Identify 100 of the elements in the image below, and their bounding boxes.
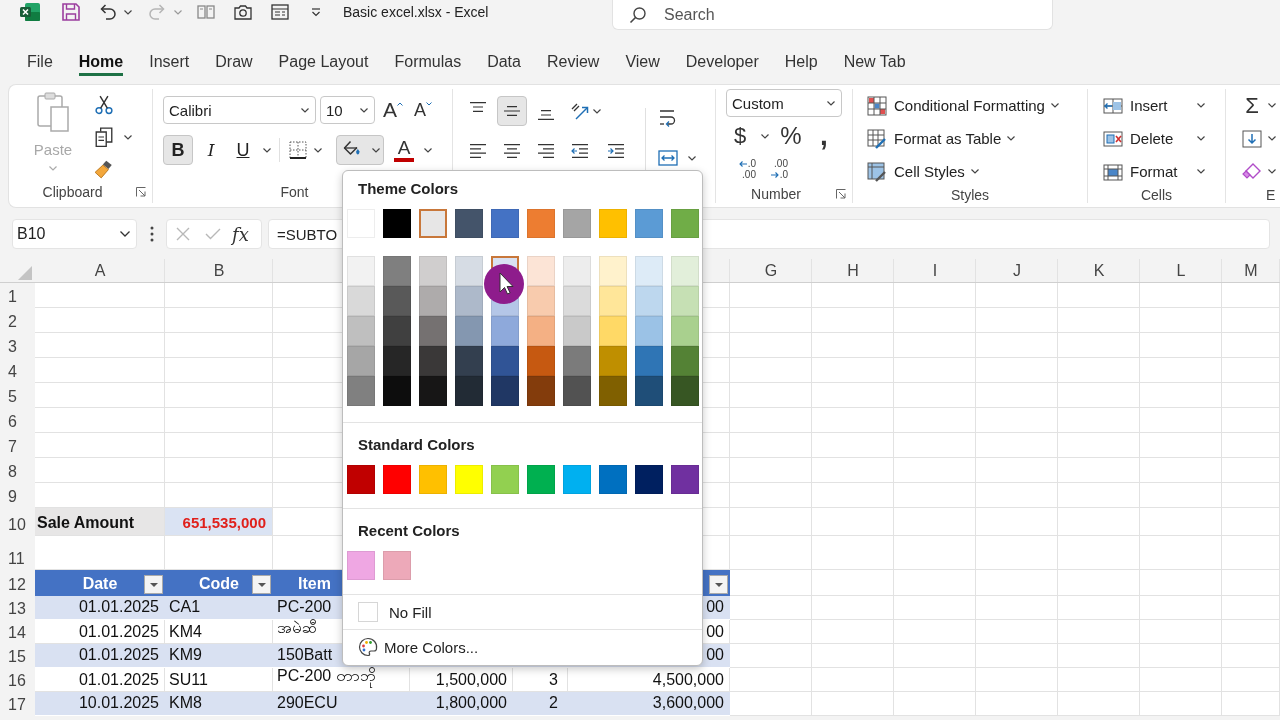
lines-left-arrow-icon[interactable] bbox=[571, 144, 589, 158]
cell-styles-button[interactable]: Cell Styles bbox=[867, 156, 979, 187]
ribbon-tab[interactable]: Formulas bbox=[381, 48, 475, 76]
decrease-decimal-button[interactable]: .00 .0 bbox=[758, 154, 788, 184]
ribbon-tab[interactable]: New Tab bbox=[830, 48, 919, 76]
search-field[interactable]: Search bbox=[612, 0, 1053, 30]
row-header[interactable]: 1 bbox=[0, 283, 35, 308]
row-header[interactable]: 9 bbox=[0, 483, 35, 508]
row-header[interactable]: 4 bbox=[0, 358, 35, 383]
two-panels-icon[interactable] bbox=[197, 3, 215, 21]
color-swatch-icon[interactable] bbox=[455, 376, 483, 406]
color-swatch-icon[interactable] bbox=[383, 256, 411, 286]
wrap-arrow-icon[interactable] bbox=[658, 108, 678, 128]
color-swatch-icon[interactable] bbox=[347, 465, 375, 494]
column-header[interactable]: A bbox=[35, 259, 165, 283]
caret-icon[interactable] bbox=[314, 147, 322, 153]
ribbon-tab[interactable]: View bbox=[612, 48, 673, 76]
color-swatch-icon[interactable] bbox=[563, 256, 591, 286]
vertical-dots-icon[interactable] bbox=[150, 226, 154, 242]
insert-function-button[interactable]: fx bbox=[232, 223, 249, 245]
bold-button[interactable]: B bbox=[163, 135, 193, 165]
color-swatch-icon[interactable] bbox=[455, 346, 483, 376]
color-swatch-icon[interactable] bbox=[671, 376, 699, 406]
color-swatch-icon[interactable] bbox=[491, 376, 519, 406]
ribbon-tab[interactable]: Developer bbox=[672, 48, 772, 76]
caret-icon[interactable] bbox=[688, 155, 696, 161]
more-colors-option[interactable]: More Colors... bbox=[347, 630, 479, 664]
align-middle-button[interactable] bbox=[497, 96, 527, 126]
caret-icon[interactable] bbox=[120, 231, 130, 237]
summary-label-cell[interactable]: Sale Amount bbox=[35, 508, 165, 536]
color-swatch-icon[interactable] bbox=[635, 465, 663, 494]
color-swatch-icon[interactable] bbox=[671, 286, 699, 316]
caret-icon[interactable] bbox=[301, 107, 309, 113]
row-header[interactable]: 7 bbox=[0, 433, 35, 458]
color-swatch-icon[interactable] bbox=[419, 286, 447, 316]
insert-cells-button[interactable]: Insert bbox=[1103, 90, 1205, 121]
color-swatch-icon[interactable] bbox=[599, 286, 627, 316]
no-fill-option[interactable]: No Fill bbox=[347, 595, 432, 629]
color-swatch-icon[interactable] bbox=[599, 209, 627, 238]
caret-icon[interactable] bbox=[761, 133, 769, 139]
column-header[interactable]: M bbox=[1222, 259, 1280, 283]
font-color-button[interactable]: A bbox=[392, 135, 416, 165]
ribbon-tab[interactable]: File bbox=[14, 48, 66, 76]
color-swatch-icon[interactable] bbox=[671, 316, 699, 346]
dotted-grid-icon[interactable] bbox=[288, 140, 308, 160]
color-swatch-icon[interactable] bbox=[599, 256, 627, 286]
color-swatch-icon[interactable] bbox=[635, 256, 663, 286]
check-icon[interactable] bbox=[205, 228, 221, 240]
column-header[interactable]: B bbox=[165, 259, 273, 283]
color-swatch-icon[interactable] bbox=[635, 316, 663, 346]
filter-button[interactable] bbox=[144, 575, 163, 594]
color-swatch-icon[interactable] bbox=[455, 209, 483, 238]
delete-cells-button[interactable]: Delete bbox=[1103, 123, 1205, 154]
ribbon-tab[interactable]: Review bbox=[533, 48, 613, 76]
increase-decimal-button[interactable]: .0 .00 bbox=[726, 154, 756, 184]
camera-icon[interactable] bbox=[234, 3, 252, 21]
lines-right-arrow-icon[interactable] bbox=[607, 144, 625, 158]
color-swatch-icon[interactable] bbox=[527, 376, 555, 406]
caret-icon[interactable] bbox=[1268, 169, 1276, 174]
ribbon-tab[interactable]: Help bbox=[771, 48, 831, 76]
underline-button[interactable]: U bbox=[229, 135, 257, 165]
font-size-dropdown[interactable]: 10 bbox=[320, 96, 375, 124]
row-header[interactable]: 10 bbox=[0, 508, 35, 536]
caret-icon[interactable] bbox=[360, 107, 368, 113]
number-format-dropdown[interactable]: Custom bbox=[726, 89, 842, 117]
color-swatch-icon[interactable] bbox=[635, 346, 663, 376]
summary-value-cell[interactable]: 651,535,000 bbox=[165, 508, 273, 536]
color-swatch-icon[interactable] bbox=[671, 209, 699, 238]
color-swatch-icon[interactable] bbox=[527, 209, 555, 238]
row-header[interactable]: 13 bbox=[0, 596, 35, 620]
color-swatch-icon[interactable] bbox=[347, 286, 375, 316]
color-swatch-icon[interactable] bbox=[419, 465, 447, 494]
color-swatch-icon[interactable] bbox=[527, 346, 555, 376]
color-swatch-icon[interactable] bbox=[419, 376, 447, 406]
color-swatch-icon[interactable] bbox=[635, 376, 663, 406]
italic-button[interactable]: I bbox=[197, 135, 225, 165]
color-swatch-icon[interactable] bbox=[347, 376, 375, 406]
color-swatch-icon[interactable] bbox=[383, 551, 411, 580]
row-header[interactable]: 16 bbox=[0, 668, 35, 692]
color-swatch-icon[interactable] bbox=[383, 316, 411, 346]
double-arrow-box-icon[interactable] bbox=[658, 148, 678, 168]
color-swatch-icon[interactable] bbox=[347, 346, 375, 376]
scissors-icon[interactable] bbox=[94, 95, 114, 115]
corner-triangle-icon[interactable] bbox=[18, 266, 32, 280]
column-header[interactable]: J bbox=[976, 259, 1058, 283]
row-header[interactable]: 12 bbox=[0, 570, 35, 596]
row-header[interactable]: 3 bbox=[0, 333, 35, 358]
color-swatch-icon[interactable] bbox=[383, 376, 411, 406]
shrink-font-button[interactable]: A bbox=[414, 96, 433, 124]
undo-icon[interactable] bbox=[99, 3, 117, 21]
color-swatch-icon[interactable] bbox=[419, 346, 447, 376]
color-swatch-icon[interactable] bbox=[383, 209, 411, 238]
floppy-disk-icon[interactable] bbox=[62, 3, 80, 21]
color-swatch-icon[interactable] bbox=[671, 346, 699, 376]
color-swatch-icon[interactable] bbox=[419, 209, 447, 238]
color-swatch-icon[interactable] bbox=[635, 209, 663, 238]
color-swatch-icon[interactable] bbox=[635, 286, 663, 316]
row-header[interactable]: 15 bbox=[0, 644, 35, 668]
column-header[interactable]: I bbox=[894, 259, 976, 283]
cross-icon[interactable] bbox=[176, 227, 190, 241]
